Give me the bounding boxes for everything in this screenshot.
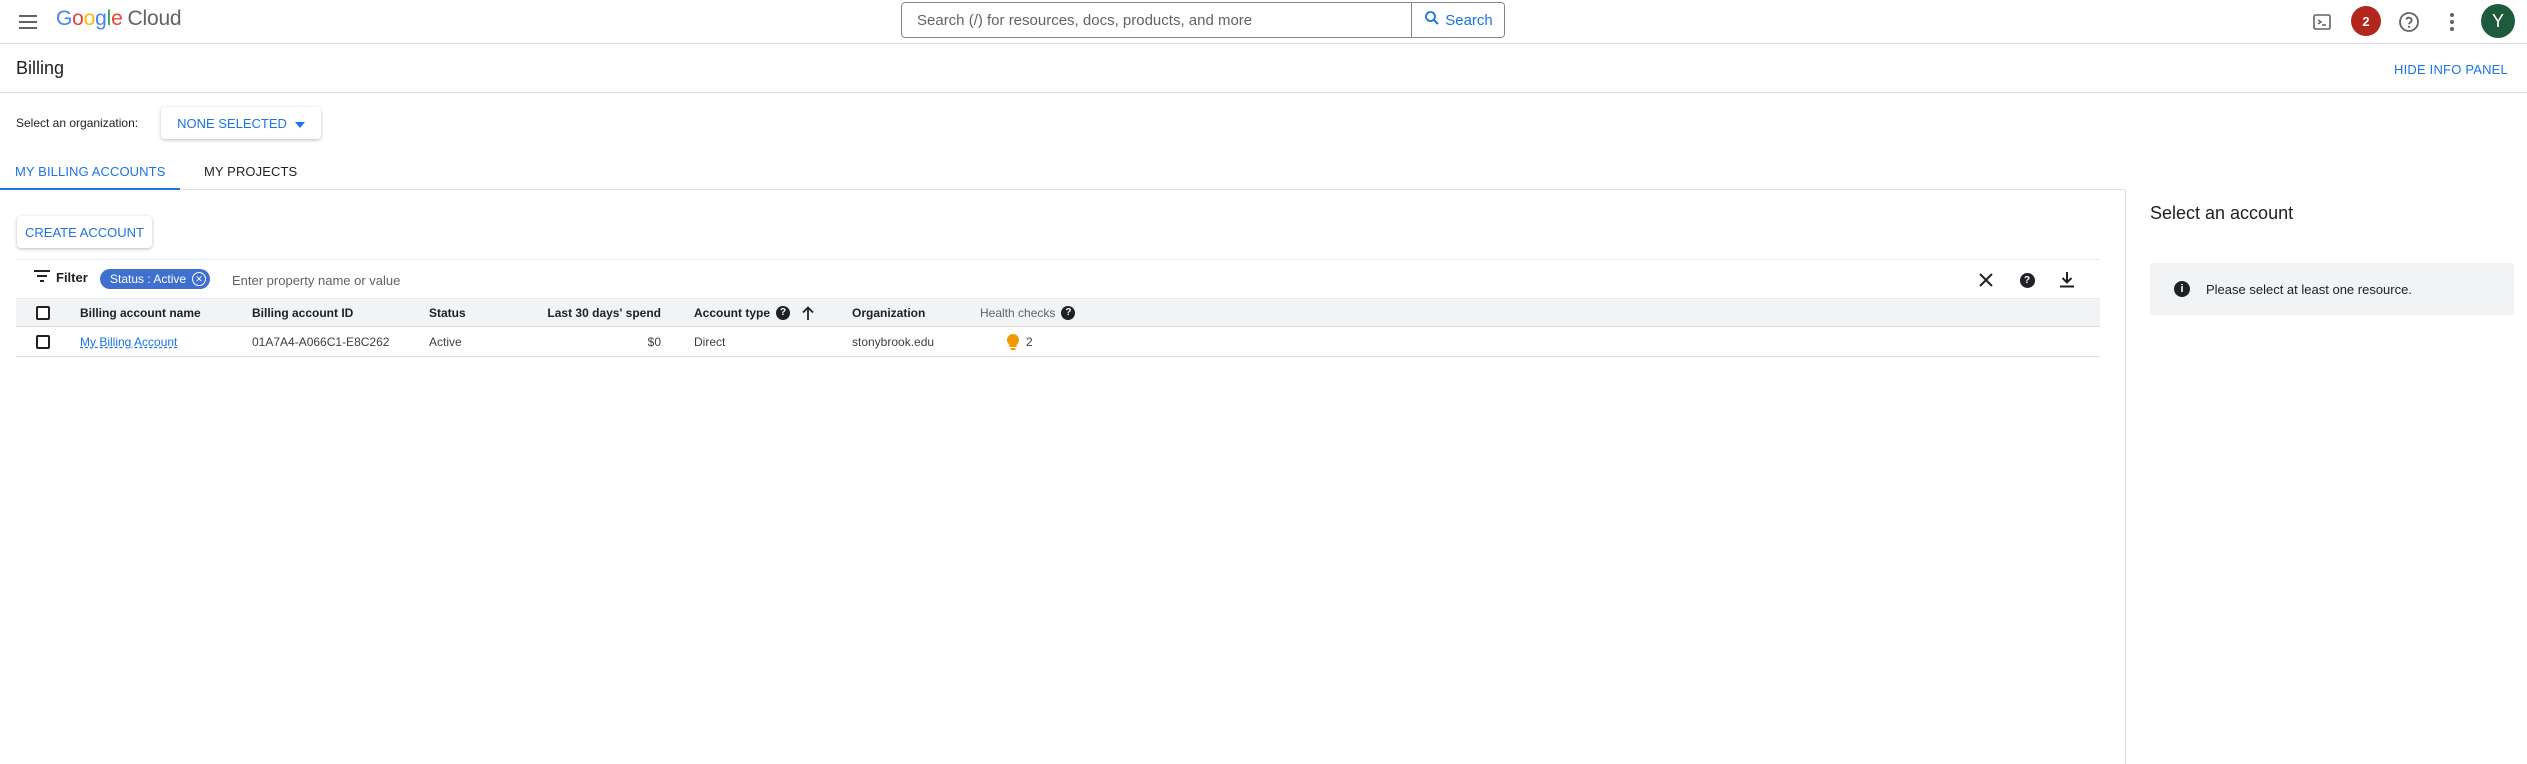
column-header-id[interactable]: Billing account ID <box>252 299 353 326</box>
filter-input[interactable] <box>232 269 1732 291</box>
column-header-organization[interactable]: Organization <box>852 299 925 326</box>
column-header-account-type[interactable]: Account type ? <box>694 299 814 326</box>
info-panel: Select an account i Please select at lea… <box>2125 190 2527 764</box>
search-bar: Search <box>901 2 1505 38</box>
caret-down-icon <box>294 116 305 131</box>
search-input[interactable] <box>902 3 1411 37</box>
account-type: Direct <box>694 334 726 349</box>
filter-icon <box>34 270 50 285</box>
info-panel-title: Select an account <box>2150 203 2294 223</box>
clear-filter-icon[interactable] <box>1976 270 1996 290</box>
notifications-badge[interactable]: 2 <box>2351 6 2381 36</box>
info-message: Please select at least one resource. <box>2206 281 2412 297</box>
avatar[interactable]: Y <box>2481 4 2515 38</box>
tab-my-projects[interactable]: MY PROJECTS <box>204 152 297 190</box>
menu-icon[interactable] <box>16 10 40 34</box>
filter-label: Filter <box>56 270 88 285</box>
page-title: Billing <box>16 58 65 78</box>
info-icon: i <box>2174 281 2190 297</box>
download-icon[interactable] <box>2057 270 2077 290</box>
account-status: Active <box>429 334 462 349</box>
account-type-help-icon[interactable]: ? <box>776 305 791 320</box>
status-filter-chip-label: Status : Active <box>110 272 187 286</box>
billing-account-id: 01A7A4-A066C1-E8C262 <box>252 334 390 349</box>
billing-account-name-link[interactable]: My Billing Account <box>80 335 177 349</box>
org-selector-dropdown[interactable]: NONE SELECTED <box>161 107 321 139</box>
org-selector-label: Select an organization: <box>16 116 139 130</box>
search-button-label: Search <box>1445 11 1493 29</box>
row-checkbox[interactable] <box>36 334 50 349</box>
more-options-icon[interactable] <box>2438 8 2466 36</box>
filter-bar: Filter Status : Active ✕ ? <box>16 259 2100 299</box>
hide-info-panel-button[interactable]: HIDE INFO PANEL <box>2394 62 2508 77</box>
info-message-box: i Please select at least one resource. <box>2150 263 2514 315</box>
search-icon <box>1423 9 1441 31</box>
health-checks-help-icon[interactable]: ? <box>1061 305 1076 320</box>
google-cloud-logo[interactable]: Google Cloud <box>56 7 182 31</box>
column-header-health-checks-label: Health checks <box>980 305 1056 320</box>
table-row[interactable]: My Billing Account 01A7A4-A066C1-E8C262 … <box>16 327 2100 357</box>
column-header-status[interactable]: Status <box>429 299 466 326</box>
health-checks-count: 2 <box>1026 334 1033 349</box>
billing-accounts-table: Billing account name Billing account ID … <box>16 299 2100 357</box>
table-header: Billing account name Billing account ID … <box>16 299 2100 327</box>
account-spend: $0 <box>647 334 661 349</box>
search-button[interactable]: Search <box>1411 3 1504 37</box>
filter-button[interactable]: Filter <box>34 270 88 285</box>
select-all-checkbox[interactable] <box>36 305 50 320</box>
lightbulb-icon <box>1006 333 1020 351</box>
column-header-spend[interactable]: Last 30 days' spend <box>547 299 661 326</box>
tab-bar: MY BILLING ACCOUNTS MY PROJECTS <box>0 152 2125 190</box>
create-account-button[interactable]: CREATE ACCOUNT <box>17 216 152 248</box>
page-header: Billing HIDE INFO PANEL <box>0 45 2527 93</box>
status-filter-chip[interactable]: Status : Active ✕ <box>100 269 211 289</box>
account-organization: stonybrook.edu <box>852 334 935 349</box>
filter-help-icon[interactable]: ? <box>2017 270 2037 290</box>
org-selected-value: NONE SELECTED <box>177 115 287 131</box>
column-header-name[interactable]: Billing account name <box>80 299 201 326</box>
column-header-health-checks[interactable]: Health checks ? <box>980 299 1076 326</box>
column-header-account-type-label: Account type <box>694 305 771 320</box>
tab-my-billing-accounts[interactable]: MY BILLING ACCOUNTS <box>0 152 180 190</box>
sort-ascending-icon[interactable] <box>802 305 814 320</box>
help-icon[interactable] <box>2395 8 2423 36</box>
health-checks-cell[interactable]: 2 <box>1006 327 1033 356</box>
cloud-shell-icon[interactable] <box>2308 8 2336 36</box>
top-bar: GoogleCloud Search 2 Y <box>0 0 2527 44</box>
chip-remove-icon[interactable]: ✕ <box>192 272 207 286</box>
